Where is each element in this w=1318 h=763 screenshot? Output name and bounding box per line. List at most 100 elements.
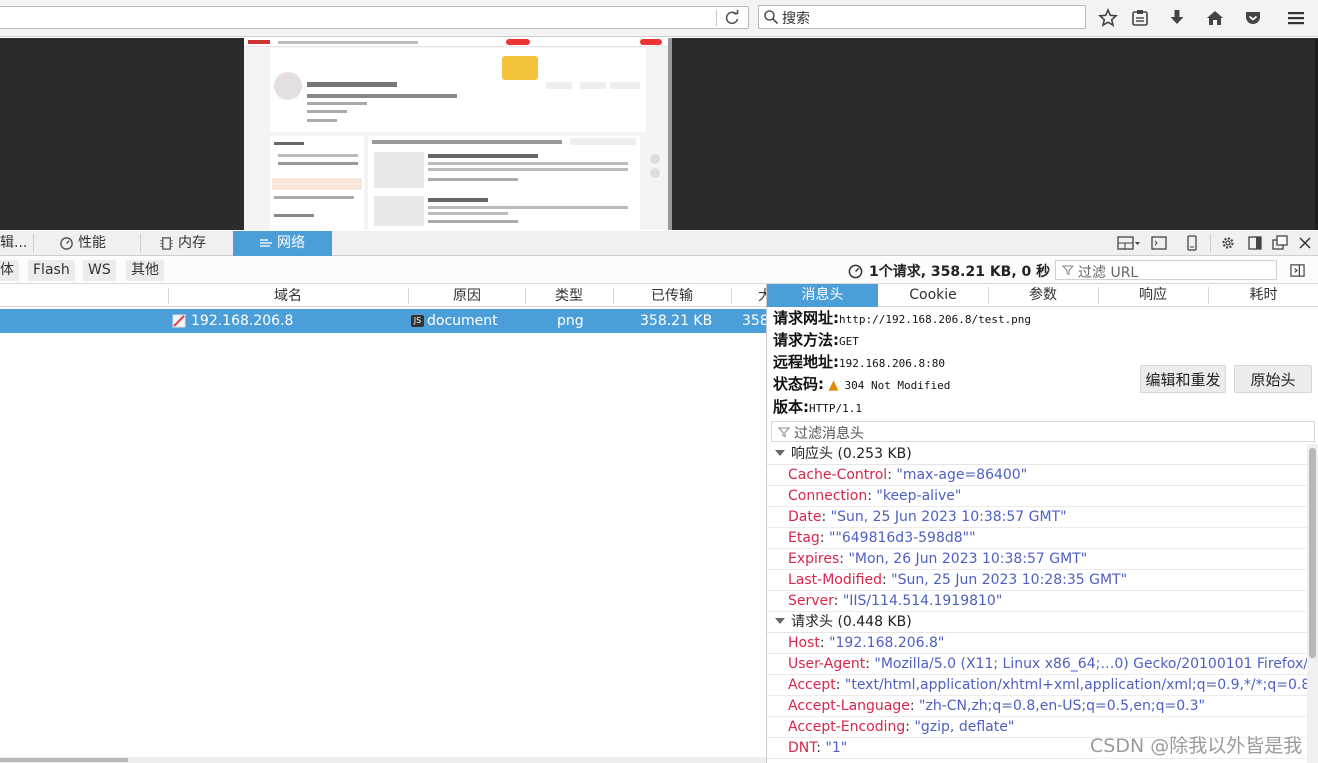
header-value: "Mozilla/5.0 (X11; Linux x86_64;…0) Geck… [874,656,1307,672]
summary-text: 1个请求, 358.21 KB, 0 秒 [869,264,1051,280]
header-row[interactable]: Host: "192.168.206.8" [767,633,1307,654]
warning-icon: ▲ [828,378,839,393]
headers-filter-input[interactable]: 过滤消息头 [771,421,1315,442]
header-value: "gzip, deflate" [914,719,1015,735]
performance-summary-icon[interactable] [848,264,863,279]
header-row[interactable]: Last-Modified: "Sun, 25 Jun 2023 10:28:3… [767,570,1307,591]
filter-other-button[interactable]: 其他 [126,260,164,281]
settings-gear-icon[interactable] [1220,235,1236,251]
menu-icon[interactable] [1286,8,1306,28]
browser-toolbar: 搜索 [0,0,1318,37]
header-value: "keep-alive" [876,488,962,504]
request_headers-section-header[interactable]: 请求头 (0.448 KB) [767,612,1307,633]
search-icon [764,10,779,25]
remote-address-row: 远程地址:192.168.206.8:80 [773,351,945,373]
header-name: Date [788,509,822,525]
tab-cookie[interactable]: Cookie [878,284,988,307]
filter-media-button[interactable]: 体 [0,260,19,281]
request-type: png [557,313,584,329]
home-icon[interactable] [1205,8,1225,28]
tab-timings[interactable]: 耗时 [1208,284,1318,307]
request-url-value: http://192.168.206.8/test.png [839,313,1032,326]
header-row[interactable]: Date: "Sun, 25 Jun 2023 10:38:57 GMT" [767,507,1307,528]
header-name: DNT [788,740,817,756]
toggle-sidebar-icon[interactable] [1290,263,1305,278]
column-cause[interactable]: 原因 [409,285,525,307]
tab-headers[interactable]: 消息头 [767,284,878,307]
request-transferred: 358.21 KB [640,313,713,329]
status-code-label: 状态码: [773,375,824,393]
pocket-icon[interactable] [1243,8,1263,28]
header-value: "Mon, 26 Jun 2023 10:38:57 GMT" [848,551,1088,567]
request-list-hscrollbar[interactable] [0,757,767,763]
request-method-label: 请求方法: [773,331,839,349]
layout-toggle-icon[interactable] [1117,235,1141,251]
header-row[interactable]: Connection: "keep-alive" [767,486,1307,507]
undock-window-icon[interactable] [1272,235,1288,251]
url-bar[interactable] [0,6,749,29]
header-colon: : [833,593,843,609]
url-filter-input[interactable]: 过滤 URL [1055,260,1277,281]
edit-resend-button[interactable]: 编辑和重发 [1140,365,1226,393]
details-tabbar: 消息头 Cookie 参数 响应 耗时 [767,284,1318,307]
status-code-value: 304 Not Modified [844,379,951,392]
reload-icon[interactable] [723,9,741,27]
table-row[interactable]: 192.168.206.8 JS document png 358.21 KB … [0,309,769,333]
header-row[interactable]: Server: "IIS/114.514.1919810" [767,591,1307,612]
search-bar[interactable]: 搜索 [758,5,1086,29]
header-row[interactable]: Accept: "text/html,application/xhtml+xml… [767,675,1307,696]
console-split-icon[interactable] [1151,235,1167,251]
version-label: 版本: [773,398,809,416]
page-scrollbar[interactable] [668,38,672,230]
tab-response[interactable]: 响应 [1098,284,1208,307]
page-preview-image [244,38,672,230]
reading-list-icon[interactable] [1130,8,1150,28]
tab-params[interactable]: 参数 [988,284,1098,307]
request-domain: 192.168.206.8 [191,313,294,329]
download-icon[interactable] [1167,8,1187,28]
request-table-header: 域名 原因 类型 已传输 大 [0,285,772,307]
filter-ws-button[interactable]: WS [83,260,116,281]
response_headers-section-header[interactable]: 响应头 (0.253 KB) [767,444,1307,465]
collapse-triangle-icon[interactable] [775,618,785,624]
tab-network[interactable]: 网络 [233,231,332,256]
headers-filter-placeholder: 过滤消息头 [794,426,864,442]
header-colon: : [881,572,892,588]
version-row: 版本:HTTP/1.1 [773,396,862,418]
tab-performance[interactable]: 性能 [50,231,140,256]
header-row[interactable]: Cache-Control: "max-age=86400" [767,465,1307,486]
tab-memory-label: 内存 [178,235,206,251]
collapse-triangle-icon[interactable] [775,450,785,456]
filter-flash-button[interactable]: Flash [28,260,75,281]
header-value: "max-age=86400" [896,467,1028,483]
image-file-icon [172,314,186,328]
request-method-row: 请求方法:GET [773,329,859,351]
filter-icon [778,427,790,438]
header-name: Etag [788,530,820,546]
header-name: Server [788,593,834,609]
headers-scrollbar[interactable] [1307,444,1318,763]
dock-side-icon[interactable] [1247,235,1263,251]
header-row[interactable]: User-Agent: "Mozilla/5.0 (X11; Linux x86… [767,654,1307,675]
star-icon[interactable] [1098,8,1118,28]
column-transferred[interactable]: 已传输 [614,285,730,307]
js-badge-icon: JS [411,315,424,327]
header-value: "Sun, 25 Jun 2023 10:28:35 GMT" [891,572,1128,588]
raw-headers-button[interactable]: 原始头 [1234,365,1312,393]
header-colon: : [835,677,845,693]
request-url-label: 请求网址: [773,309,839,327]
devtools-tabbar: 辑... 性能 内存 网络 [0,231,1318,256]
tab-editor[interactable]: 辑... [0,231,33,256]
header-value: "zh-CN,zh;q=0.8,en-US;q=0.5,en;q=0.3" [919,698,1205,714]
responsive-design-icon[interactable] [1184,235,1200,251]
tab-memory[interactable]: 内存 [150,231,232,256]
header-row[interactable]: Etag: ""649816d3-598d8"" [767,528,1307,549]
column-type[interactable]: 类型 [526,285,612,307]
column-domain[interactable]: 域名 [169,285,407,307]
header-name: Last-Modified [788,572,882,588]
header-row[interactable]: Expires: "Mon, 26 Jun 2023 10:38:57 GMT" [767,549,1307,570]
status-code-row: 状态码: ▲ 304 Not Modified [773,373,950,395]
close-icon[interactable] [1297,235,1313,251]
header-value: "192.168.206.8" [829,635,945,651]
header-row[interactable]: Accept-Language: "zh-CN,zh;q=0.8,en-US;q… [767,696,1307,717]
